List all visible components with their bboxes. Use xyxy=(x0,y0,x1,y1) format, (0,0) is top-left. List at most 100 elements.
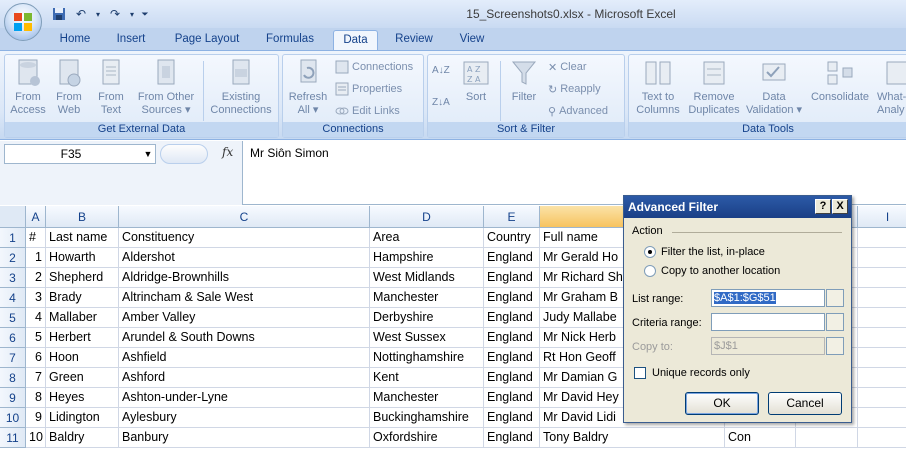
cell[interactable]: 1 xyxy=(26,248,46,268)
close-button[interactable]: X xyxy=(832,199,848,214)
reapply-button[interactable]: ↻ Reapply xyxy=(548,80,601,98)
cell[interactable]: England xyxy=(484,268,540,288)
cell[interactable]: Constituency xyxy=(119,228,370,248)
copy-to-location-option[interactable]: Copy to another location xyxy=(644,265,780,277)
filter-in-place-option[interactable]: Filter the list, in-place xyxy=(644,246,765,258)
row-header[interactable]: 3 xyxy=(0,268,26,288)
cell[interactable]: Arundel & South Downs xyxy=(119,328,370,348)
cell[interactable]: Howarth xyxy=(46,248,119,268)
tab-view[interactable]: View xyxy=(448,30,496,50)
cell[interactable]: Brady xyxy=(46,288,119,308)
clear-button[interactable]: ✕ Clear xyxy=(548,58,587,76)
cell[interactable]: Country xyxy=(484,228,540,248)
help-button[interactable]: ? xyxy=(815,199,831,214)
cell[interactable]: England xyxy=(484,328,540,348)
tab-insert[interactable]: Insert xyxy=(106,30,156,50)
filter-button[interactable]: Filter xyxy=(506,57,542,104)
cell[interactable]: Derbyshire xyxy=(370,308,484,328)
cell[interactable]: 2 xyxy=(26,268,46,288)
filter-in-place-radio[interactable] xyxy=(644,246,656,258)
formula-input[interactable]: Mr Siôn Simon xyxy=(250,146,329,160)
criteria-range-input[interactable] xyxy=(711,313,825,331)
from-access-button[interactable]: From Access xyxy=(7,57,49,117)
cell[interactable]: Hampshire xyxy=(370,248,484,268)
row-header[interactable]: 8 xyxy=(0,368,26,388)
consolidate-button[interactable]: Consolidate xyxy=(807,57,873,104)
cell[interactable]: England xyxy=(484,288,540,308)
cell[interactable]: 4 xyxy=(26,308,46,328)
cell[interactable]: Amber Valley xyxy=(119,308,370,328)
criteria-range-collapse-button[interactable] xyxy=(826,313,844,331)
list-range-collapse-button[interactable] xyxy=(826,289,844,307)
cell[interactable]: # xyxy=(26,228,46,248)
column-header-d[interactable]: D xyxy=(370,206,484,228)
name-box[interactable]: F35 xyxy=(4,144,156,164)
what-if-analysis-button[interactable]: What- Analy xyxy=(877,57,906,117)
cancel-button[interactable]: Cancel xyxy=(768,392,842,415)
cell[interactable]: Aldershot xyxy=(119,248,370,268)
from-web-button[interactable]: From Web xyxy=(49,57,89,117)
remove-duplicates-button[interactable]: Remove Duplicates xyxy=(685,57,743,117)
cell[interactable] xyxy=(858,428,906,448)
cell[interactable]: Area xyxy=(370,228,484,248)
cell[interactable]: Manchester xyxy=(370,388,484,408)
row-header[interactable]: 9 xyxy=(0,388,26,408)
cell[interactable]: 10 xyxy=(26,428,46,448)
data-validation-button[interactable]: Data Validation ▾ xyxy=(745,57,803,117)
cell[interactable]: Baldry xyxy=(46,428,119,448)
cell[interactable]: England xyxy=(484,308,540,328)
refresh-all-button[interactable]: Refresh All ▾ xyxy=(285,57,331,117)
cell[interactable]: 7 xyxy=(26,368,46,388)
cell[interactable]: Aylesbury xyxy=(119,408,370,428)
cell[interactable] xyxy=(858,388,906,408)
connections-button[interactable]: Connections xyxy=(335,58,413,76)
sort-button[interactable]: A ZZ A Sort xyxy=(458,57,494,104)
properties-button[interactable]: Properties xyxy=(335,80,402,98)
cell[interactable]: Last name xyxy=(46,228,119,248)
cell[interactable]: Ashford xyxy=(119,368,370,388)
cell[interactable]: Manchester xyxy=(370,288,484,308)
tab-review[interactable]: Review xyxy=(386,30,442,50)
cell[interactable] xyxy=(858,328,906,348)
tab-page-layout[interactable]: Page Layout xyxy=(166,30,248,50)
sort-az-button[interactable]: A↓Z xyxy=(432,61,450,79)
cell[interactable]: West Midlands xyxy=(370,268,484,288)
column-header-c[interactable]: C xyxy=(119,206,370,228)
insert-function-icon[interactable]: fx xyxy=(222,145,233,159)
existing-connections-button[interactable]: Existing Connections xyxy=(207,57,275,117)
advanced-button[interactable]: ⚲ Advanced xyxy=(548,102,608,120)
row-header[interactable]: 2 xyxy=(0,248,26,268)
cell[interactable]: Mallaber xyxy=(46,308,119,328)
row-header[interactable]: 1 xyxy=(0,228,26,248)
cell[interactable] xyxy=(858,268,906,288)
formula-expand-button[interactable] xyxy=(160,144,208,164)
cell[interactable] xyxy=(858,248,906,268)
cell[interactable]: Tony Baldry xyxy=(540,428,725,448)
row-header[interactable]: 7 xyxy=(0,348,26,368)
cell[interactable] xyxy=(858,368,906,388)
cell[interactable]: Banbury xyxy=(119,428,370,448)
unique-records-option[interactable]: Unique records only xyxy=(634,367,750,379)
cell[interactable]: England xyxy=(484,368,540,388)
select-all-corner[interactable] xyxy=(0,206,26,228)
cell[interactable]: 8 xyxy=(26,388,46,408)
cell[interactable]: Kent xyxy=(370,368,484,388)
cell[interactable]: Nottinghamshire xyxy=(370,348,484,368)
cell[interactable]: Herbert xyxy=(46,328,119,348)
cell[interactable] xyxy=(858,228,906,248)
edit-links-button[interactable]: Edit Links xyxy=(335,102,400,120)
sort-za-button[interactable]: Z↓A xyxy=(432,93,450,111)
column-header-a[interactable]: A xyxy=(26,206,46,228)
cell[interactable]: England xyxy=(484,348,540,368)
cell[interactable] xyxy=(858,408,906,428)
cell[interactable]: Shepherd xyxy=(46,268,119,288)
cell[interactable]: Green xyxy=(46,368,119,388)
row-header[interactable]: 5 xyxy=(0,308,26,328)
from-other-sources-button[interactable]: From Other Sources ▾ xyxy=(133,57,199,117)
column-header-e[interactable]: E xyxy=(484,206,540,228)
cell[interactable]: Con xyxy=(725,428,796,448)
cell[interactable]: Buckinghamshire xyxy=(370,408,484,428)
unique-records-checkbox[interactable] xyxy=(634,367,646,379)
cell[interactable]: England xyxy=(484,428,540,448)
cell[interactable] xyxy=(796,428,858,448)
